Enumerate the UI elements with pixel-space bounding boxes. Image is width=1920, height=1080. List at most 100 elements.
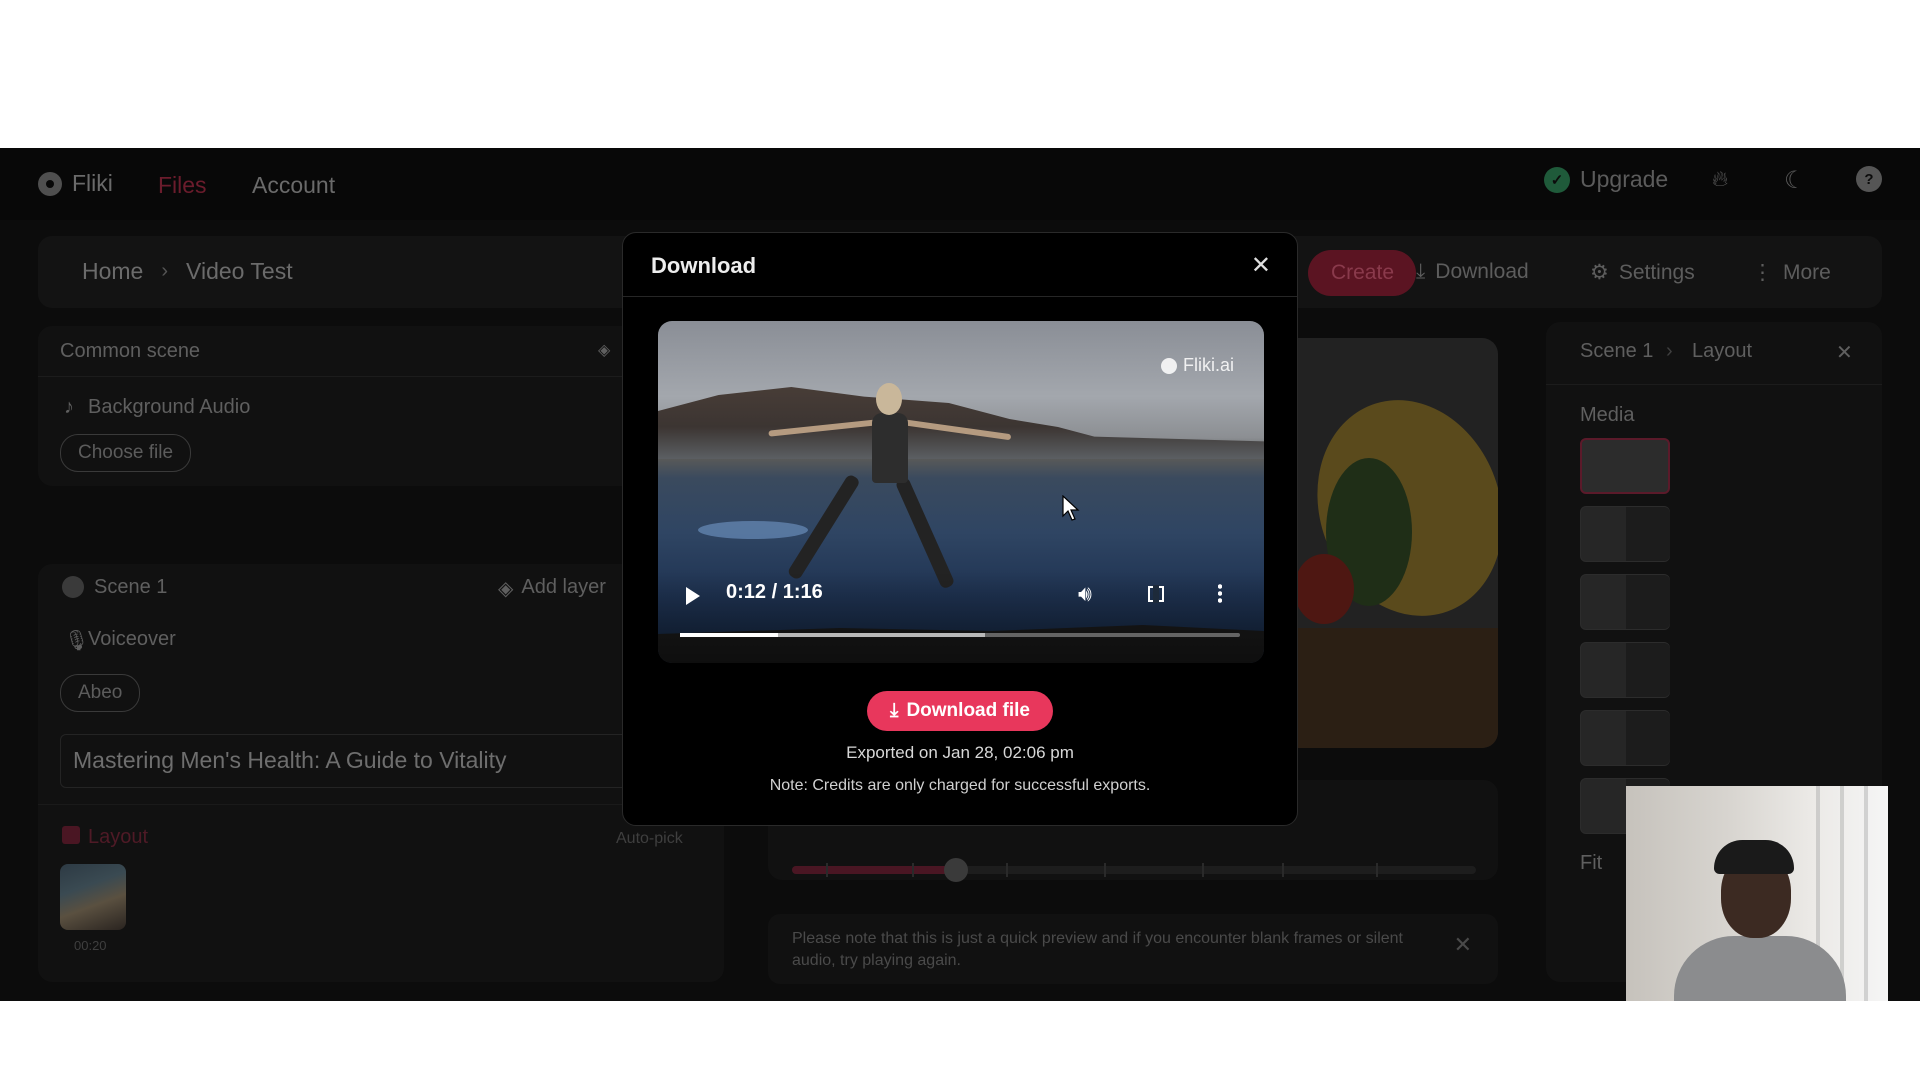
chevron-right-icon: › <box>1666 340 1673 362</box>
close-icon[interactable]: ✕ <box>1836 340 1853 365</box>
help-icon: ? <box>1856 166 1882 192</box>
blind-slat <box>1864 786 1868 1001</box>
timeline-knob[interactable] <box>944 858 968 882</box>
nav-files[interactable]: Files <box>158 172 207 199</box>
export-timestamp: Exported on Jan 28, 02:06 pm <box>846 743 1074 762</box>
settings-action[interactable]: ⚙ Settings <box>1590 260 1695 285</box>
video-player[interactable]: Fliki.ai 0:12 / 1:16 🔊︎ <box>658 321 1264 663</box>
layers-icon[interactable]: ◈ <box>598 340 610 360</box>
timeline-tick <box>1282 863 1284 877</box>
layout-option[interactable] <box>1580 506 1670 562</box>
more-vertical-icon: ⋮ <box>1752 261 1773 284</box>
scene-title: Scene 1 <box>94 576 168 598</box>
volume-icon[interactable]: 🔊︎ <box>1078 581 1092 607</box>
timeline-tick <box>826 863 828 877</box>
tomato-shape <box>1294 554 1354 624</box>
add-layer-button[interactable]: ◈ Add layer <box>498 576 606 601</box>
music-note-icon: ♪ <box>64 396 74 418</box>
breadcrumb: Home › Video Test <box>82 258 293 285</box>
wave-shape <box>698 521 808 539</box>
panel-layout-crumb: Layout <box>1692 340 1753 362</box>
watermark-label: Fliki.ai <box>1182 355 1234 375</box>
auto-pick-link[interactable]: Auto-pick <box>616 830 683 848</box>
streak-button[interactable]: 🔥︎ <box>1712 166 1728 192</box>
download-icon: ⤓ <box>890 700 899 721</box>
microphone-icon: 🎙︎ <box>64 630 90 652</box>
media-label: Media <box>1580 404 1635 426</box>
timeline-tick <box>1104 863 1106 877</box>
more-action-label: More <box>1783 260 1831 284</box>
close-icon[interactable]: ✕ <box>1251 251 1271 280</box>
video-progress[interactable] <box>680 633 1240 637</box>
voice-chip[interactable]: Abeo <box>60 674 141 712</box>
brand-label: Fliki <box>72 170 113 196</box>
download-modal: Download ✕ Fliki.ai 0:12 / 1:16 🔊︎ ⤓ Dow… <box>622 232 1298 826</box>
layout-option[interactable] <box>1580 438 1670 494</box>
video-time: 0:12 / 1:16 <box>726 581 823 603</box>
person-body-shape <box>872 413 908 483</box>
settings-action-label: Settings <box>1618 260 1695 284</box>
person-shirt-shape <box>1674 936 1846 1001</box>
download-icon: ⤓ <box>1416 260 1426 283</box>
timeline-tick <box>1376 863 1378 877</box>
layout-thumbnail[interactable] <box>60 864 126 930</box>
layout-option[interactable] <box>1580 710 1670 766</box>
moon-icon: ☾ <box>1784 167 1806 194</box>
credits-note: Note: Credits are only charged for succe… <box>769 777 1151 794</box>
layout-option[interactable] <box>1580 574 1670 630</box>
fullscreen-icon[interactable] <box>1148 585 1164 603</box>
panel-scene-crumb[interactable]: Scene 1 <box>1580 340 1653 363</box>
fliki-logo-icon <box>38 171 62 196</box>
timeline-tick <box>1202 863 1204 877</box>
timeline-played <box>792 866 954 874</box>
add-layer-label: Add layer <box>521 576 606 598</box>
voiceover-label: Voiceover <box>88 628 176 650</box>
brand[interactable]: Fliki <box>38 170 113 197</box>
watermark: Fliki.ai <box>1160 355 1234 376</box>
choose-file-button[interactable]: Choose file <box>60 434 192 472</box>
theme-toggle[interactable]: ☾ <box>1784 166 1806 195</box>
layout-option[interactable] <box>1580 642 1670 698</box>
chevron-right-icon: › <box>161 260 169 282</box>
create-button[interactable]: Create <box>1308 250 1416 296</box>
mountain-shape <box>658 387 1264 459</box>
modal-header: Download ✕ <box>623 233 1297 297</box>
top-nav: Fliki Files Account ✓ Upgrade 🔥︎ ☾ ? <box>0 148 1920 220</box>
upgrade-link[interactable]: ✓ Upgrade <box>1544 166 1668 193</box>
thumbnail-duration: 00:20 <box>74 938 107 953</box>
close-icon[interactable]: ✕ <box>1454 932 1472 958</box>
flame-icon: 🔥︎ <box>1712 166 1729 191</box>
breadcrumb-current: Video Test <box>186 258 293 284</box>
layout-label: Layout <box>88 826 149 848</box>
check-badge-icon: ✓ <box>1544 166 1570 193</box>
cap-shape <box>1714 840 1794 874</box>
fit-label: Fit <box>1580 852 1603 874</box>
common-scene-title: Common scene <box>60 340 201 362</box>
script-text-input[interactable]: Mastering Men's Health: A Guide to Vital… <box>60 734 640 788</box>
modal-title: Download <box>651 253 757 278</box>
more-action[interactable]: ⋮ More <box>1752 260 1831 285</box>
download-action[interactable]: ⤓ Download <box>1416 260 1529 284</box>
timeline-tick <box>1006 863 1008 877</box>
help-button[interactable]: ? <box>1856 166 1882 192</box>
download-action-label: Download <box>1435 260 1529 283</box>
progress-played <box>680 633 778 637</box>
download-file-button[interactable]: ⤓ Download file <box>867 691 1053 731</box>
fliki-logo-icon <box>1160 357 1177 374</box>
nav-account[interactable]: Account <box>252 172 335 199</box>
divider <box>1546 384 1882 385</box>
layout-grid-icon <box>62 826 80 844</box>
download-file-label: Download file <box>906 700 1030 721</box>
preview-note-text: Please note that this is just a quick pr… <box>792 930 1403 969</box>
play-icon[interactable] <box>686 587 700 605</box>
timeline-tick <box>912 863 914 877</box>
webcam-overlay <box>1626 786 1888 1001</box>
video-controls: 0:12 / 1:16 🔊︎ <box>658 571 1264 663</box>
gear-icon: ⚙ <box>1590 261 1609 284</box>
blind-slat <box>1840 786 1844 1001</box>
more-vertical-icon[interactable] <box>1218 583 1222 605</box>
person-head-shape <box>876 383 902 415</box>
preview-timeline[interactable] <box>792 858 1476 882</box>
breadcrumb-home[interactable]: Home <box>82 258 143 285</box>
scene-play-icon[interactable] <box>62 576 84 598</box>
